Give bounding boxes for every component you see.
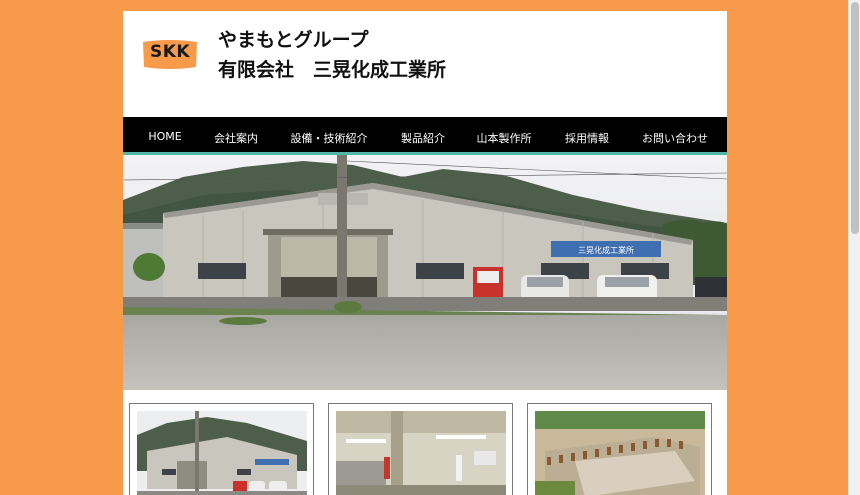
skk-logo[interactable]: SKK <box>141 39 199 71</box>
thumbnail-row <box>123 390 727 495</box>
thumbnail-product-example[interactable] <box>527 403 712 495</box>
page-container: SKK やまもとグループ 有限会社 三晃化成工業所 HOME 会社案内 設備・技… <box>123 11 727 495</box>
thumbnail-interior-image <box>336 411 506 495</box>
thumbnail-product-image <box>535 411 705 495</box>
nav-home[interactable]: HOME <box>148 130 181 143</box>
vertical-scrollbar[interactable] <box>848 0 860 495</box>
thumbnail-factory-exterior[interactable] <box>129 403 314 495</box>
logo-text: SKK <box>149 42 191 62</box>
group-name: やまもとグループ <box>218 29 369 51</box>
nav-yamamoto[interactable]: 山本製作所 <box>477 130 532 146</box>
factory-sign-text: 三晃化成工業所 <box>578 245 634 255</box>
nav-equipment[interactable]: 設備・技術紹介 <box>291 130 368 146</box>
company-name-block: やまもとグループ 有限会社 三晃化成工業所 <box>218 25 446 85</box>
factory-photo: 三晃化成工業所 <box>123 155 727 390</box>
main-nav: HOME 会社案内 設備・技術紹介 製品紹介 山本製作所 採用情報 お問い合わせ <box>123 117 727 155</box>
scrollbar-thumb[interactable] <box>851 2 859 234</box>
nav-company[interactable]: 会社案内 <box>214 130 258 146</box>
hero-factory-image: 三晃化成工業所 <box>123 155 727 390</box>
thumbnail-factory-interior[interactable] <box>328 403 513 495</box>
company-full-name: 有限会社 三晃化成工業所 <box>218 59 447 81</box>
nav-contact[interactable]: お問い合わせ <box>642 130 708 146</box>
nav-products[interactable]: 製品紹介 <box>401 130 445 146</box>
thumbnail-exterior-image <box>137 411 307 495</box>
site-header: SKK やまもとグループ 有限会社 三晃化成工業所 <box>123 11 727 117</box>
nav-recruit[interactable]: 採用情報 <box>565 130 609 146</box>
